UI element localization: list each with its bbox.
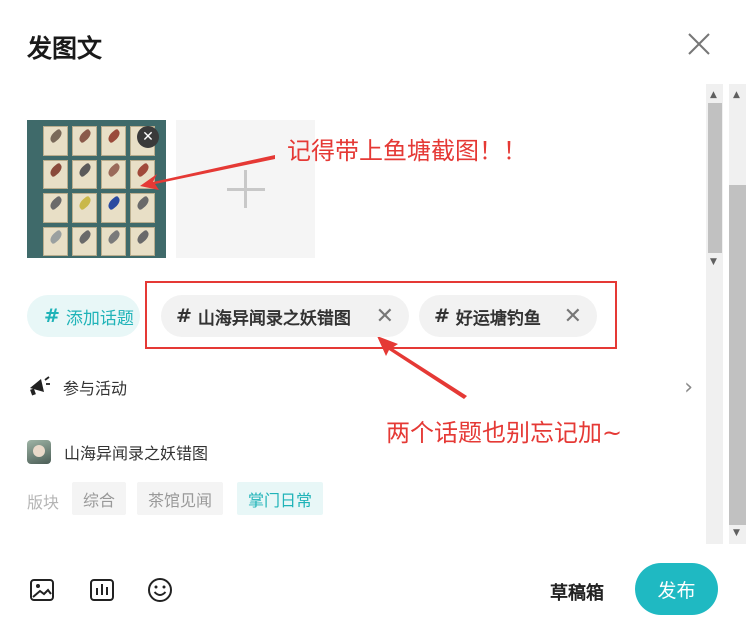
fish-card [130,226,155,256]
chevron-right-icon: › [684,374,693,400]
fish-card [43,193,68,223]
activity-label: 参与活动 [63,379,128,398]
board-label: 版块 [27,493,60,512]
fish-icon [77,195,93,211]
hash-icon: # [44,305,60,327]
topic-chip-label: 好运塘钓鱼 [455,308,541,329]
annotation-screenshot-note: 记得带上鱼塘截图！！ [287,137,527,165]
scroll-down-arrow-icon[interactable]: ▼ [710,257,717,267]
hash-icon: # [434,305,450,327]
emoji-icon[interactable] [145,575,175,605]
fish-icon [135,228,151,245]
fish-card [72,159,97,189]
fish-icon [77,161,93,178]
image-icon[interactable] [27,575,57,605]
fish-card [101,159,126,189]
hash-icon: # [176,305,192,327]
remove-topic-close-icon[interactable]: ✕ [564,304,582,329]
fish-card [72,126,97,156]
board-tag-selected[interactable]: 掌门日常 [237,482,324,515]
fish-card [101,226,126,256]
topic-chip[interactable]: # 山海异闻录之妖错图 ✕ [161,295,409,337]
add-topic-label: 添加话题 [65,308,134,329]
board-tag[interactable]: 综合 [72,482,127,515]
fish-icon [106,161,122,178]
outer-scroll-up-arrow-icon[interactable]: ▲ [733,90,740,100]
outer-scroll-down-arrow-icon[interactable]: ▼ [733,528,740,538]
fish-card [130,193,155,223]
fish-card [101,126,126,156]
fish-card [72,193,97,223]
fish-icon [48,195,64,211]
fish-card [72,226,97,256]
remove-image-button[interactable]: ✕ [137,126,159,148]
fish-icon [48,128,64,144]
dialog-title: 发图文 [27,34,103,63]
drafts-button[interactable]: 草稿箱 [550,579,604,605]
megaphone-icon [30,376,50,396]
board-tag[interactable]: 茶馆见闻 [137,482,224,515]
fish-card [43,159,68,189]
fish-icon [77,128,93,144]
fish-icon [77,228,93,245]
scroll-up-arrow-icon[interactable]: ▲ [710,90,717,100]
fish-icon [48,228,64,245]
fish-card [43,226,68,256]
scrollbar-thumb[interactable] [708,103,722,253]
fish-icon [106,228,122,245]
fish-card [43,126,68,156]
game-avatar [27,440,51,464]
join-activity-row[interactable]: 参与活动 › [27,374,693,400]
remove-topic-close-icon[interactable]: ✕ [376,304,394,329]
publish-button[interactable]: 发布 [635,563,718,615]
annotation-topics-note: 两个话题也别忘记加~ [386,419,623,447]
annotation-arrow-icon [140,155,275,190]
fish-card [101,193,126,223]
fish-icon [106,195,122,211]
game-info: 山海异闻录之妖错图 [27,440,208,464]
game-name: 山海异闻录之妖错图 [64,444,209,463]
outer-scrollbar-thumb[interactable] [729,185,746,525]
fish-icon [135,195,151,211]
close-icon[interactable] [686,31,712,57]
fish-icon [106,128,122,144]
add-topic-button[interactable]: # 添加话题 [27,295,140,337]
topic-chip-label: 山海异闻录之妖错图 [197,308,351,329]
poll-icon[interactable] [87,575,117,605]
topic-chip[interactable]: # 好运塘钓鱼 ✕ [419,295,597,337]
fish-icon [48,161,64,178]
